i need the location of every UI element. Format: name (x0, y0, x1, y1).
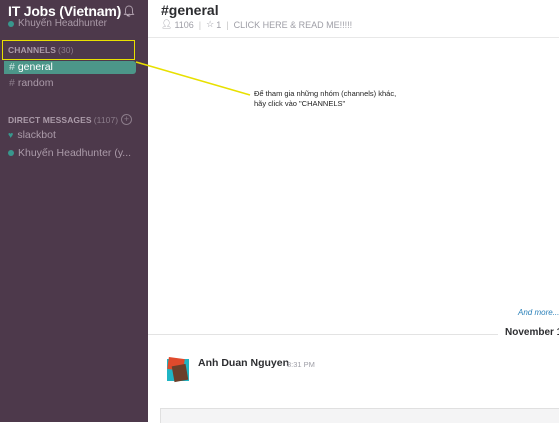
message-author[interactable]: Anh Duan Nguyen (198, 357, 289, 369)
date-divider (148, 334, 498, 335)
and-more-link[interactable]: And more... (518, 308, 559, 317)
date-label: November 1 (505, 327, 559, 338)
message-time[interactable]: 8:31 PM (287, 360, 315, 369)
annotation-text: Để tham gia những nhóm (channels) khác, … (254, 89, 397, 108)
message-input[interactable] (160, 408, 559, 423)
avatar[interactable] (164, 356, 192, 384)
